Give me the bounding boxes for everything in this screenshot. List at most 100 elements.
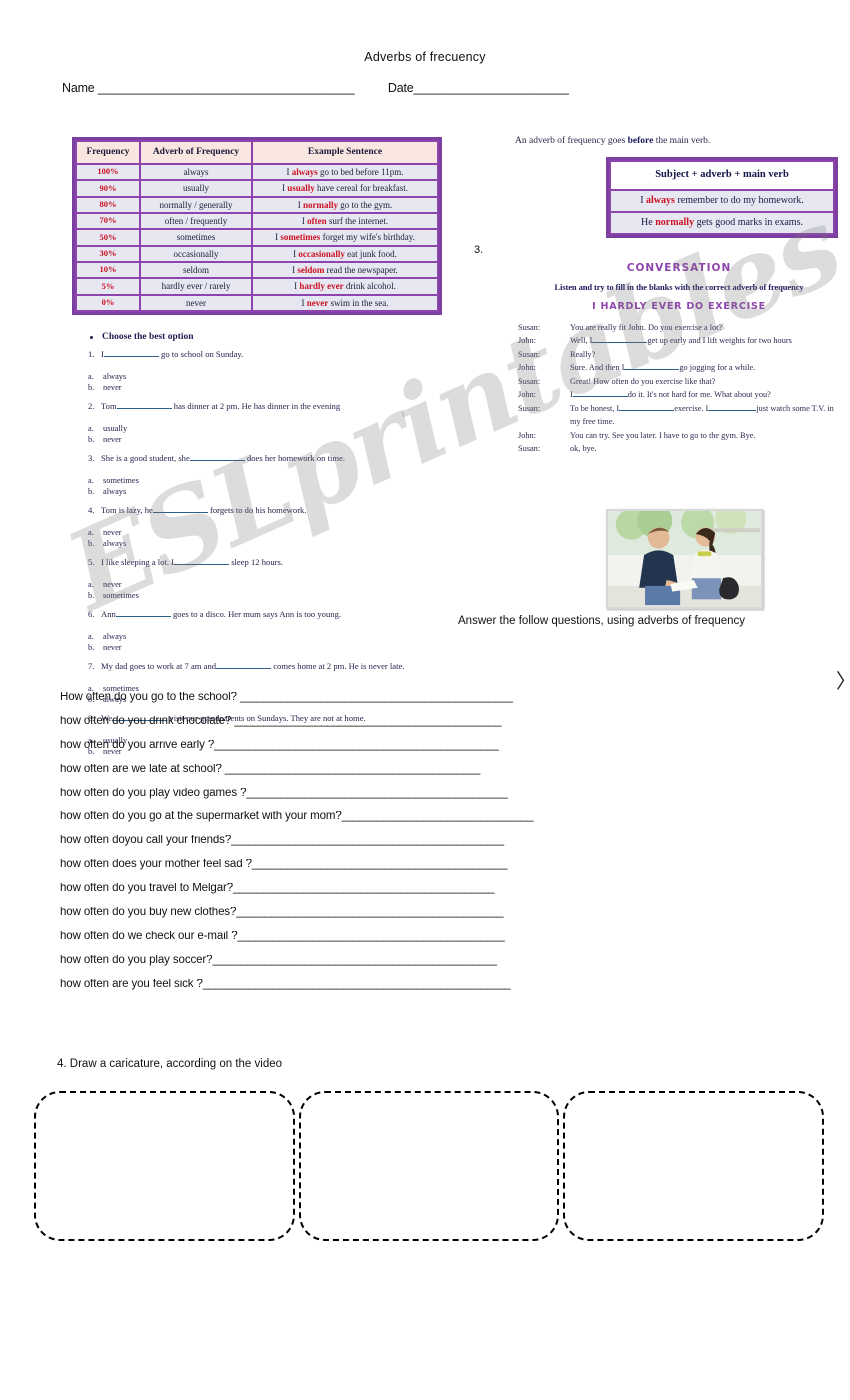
- example-suffix: drink alcohol.: [343, 281, 396, 292]
- conversation-speaker: John:: [518, 336, 536, 346]
- rule-note-prefix: An adverb of frequency goes: [515, 136, 628, 146]
- question-row: how often are we late at school? _______…: [60, 764, 790, 776]
- answer-blank-line[interactable]: ________________________________________…: [240, 692, 513, 703]
- multiple-choice-option[interactable]: a. usually: [88, 424, 418, 435]
- answer-blank[interactable]: [103, 356, 159, 357]
- cell-example-sentence: I normally go to the gym.: [253, 197, 437, 212]
- option-label: never: [103, 435, 122, 445]
- option-label: never: [103, 528, 122, 538]
- conversation-blank[interactable]: [708, 409, 757, 411]
- answer-blank[interactable]: [216, 668, 272, 670]
- multiple-choice-options: a. usually b. never: [88, 424, 418, 446]
- option-label: always: [103, 539, 127, 549]
- answer-blank-line[interactable]: ________________________________________…: [231, 835, 504, 846]
- question-number: 1.: [88, 349, 95, 359]
- option-letter: a.: [88, 528, 94, 538]
- multiple-choice-options: a. never b. always: [88, 528, 418, 550]
- answer-blank[interactable]: [116, 408, 172, 410]
- answer-blank-line[interactable]: ________________________________________…: [212, 955, 497, 966]
- question-text: how often does your mother feel sad ?: [60, 859, 252, 871]
- conversation-line: Susan: Really?: [518, 348, 840, 361]
- multiple-choice-option[interactable]: b. sometimes: [88, 591, 418, 602]
- cell-example-sentence: I seldom read the newspaper.: [253, 262, 437, 278]
- cell-example-sentence: I never swim in the sea.: [253, 295, 437, 311]
- multiple-choice-option[interactable]: a. always: [88, 632, 418, 643]
- cell-frequency: 80%: [77, 197, 139, 212]
- multiple-choice-item: 3. She is a good student, she does her ho…: [88, 453, 418, 498]
- multiple-choice-option[interactable]: a. sometimes: [88, 476, 418, 487]
- question-text: how often do you arrive early ?: [60, 739, 215, 751]
- multiple-choice-option[interactable]: b. always: [88, 487, 418, 498]
- table-row: 30% occasionally I occasionally eat junk f…: [77, 246, 437, 261]
- conversation-text: You can try. See you later. I have to go…: [570, 429, 840, 442]
- option-letter: b.: [88, 487, 95, 497]
- answer-blank-line[interactable]: ________________________________________…: [236, 907, 503, 918]
- answer-blank[interactable]: [174, 564, 230, 566]
- answer-blank-line[interactable]: ________________________________________…: [214, 740, 499, 751]
- conversation-line: Susan: Great! How often do you exercise l…: [518, 375, 840, 388]
- example-suffix: forget my wife's birthday.: [320, 232, 415, 243]
- question-row: how often do you play video games ?_____…: [60, 788, 790, 800]
- answer-blank-line[interactable]: ________________________________________…: [246, 788, 507, 799]
- multiple-choice-option[interactable]: b. never: [88, 383, 418, 394]
- example-suffix: go to the gym.: [338, 199, 393, 210]
- multiple-choice-option[interactable]: b. never: [88, 435, 418, 446]
- answer-blank-line[interactable]: ________________________________________…: [225, 764, 481, 775]
- conversation-text-before: To be honest, I: [570, 403, 620, 413]
- option-label: never: [103, 383, 122, 393]
- answer-blank[interactable]: [152, 512, 208, 514]
- option-letter: a.: [88, 424, 94, 434]
- cell-adverb: sometimes: [141, 230, 251, 245]
- page-title: Adverbs of frecuency: [364, 50, 486, 64]
- conversation-blank[interactable]: [619, 409, 675, 411]
- answer-blank-line[interactable]: ________________________________________…: [203, 979, 511, 990]
- option-letter: b.: [88, 643, 95, 653]
- conversation-blank[interactable]: [624, 369, 680, 371]
- conversation-text: Great! How often do you exercise like th…: [570, 375, 840, 388]
- question-text-after: goes to a disco. Her mum says Ann is too…: [172, 609, 342, 620]
- answer-blank-line[interactable]: ________________________________________…: [234, 716, 501, 727]
- conversation-blank[interactable]: [592, 342, 648, 344]
- rule-example-1: I always remember to do my homework.: [611, 190, 833, 211]
- cell-frequency: 30%: [77, 246, 139, 261]
- rule-example-2: He normally gets good marks in exams.: [611, 212, 833, 233]
- answer-blank[interactable]: [189, 460, 245, 462]
- draw-box-3[interactable]: [563, 1091, 825, 1241]
- answer-blank-line[interactable]: ________________________________________…: [238, 931, 505, 942]
- answer-blank-line[interactable]: ________________________________________…: [233, 883, 494, 894]
- column-header-example: Example Sentence: [253, 142, 437, 163]
- conversation-speaker: John:: [518, 430, 536, 440]
- question-text: how often do you buy new clothes?: [60, 907, 237, 919]
- conversation-speaker: John:: [518, 363, 536, 373]
- multiple-choice-option[interactable]: a. never: [88, 528, 418, 539]
- question-text-before: I: [101, 349, 104, 359]
- draw-box-2[interactable]: [298, 1091, 560, 1241]
- option-label: usually: [103, 424, 128, 434]
- multiple-choice-option[interactable]: a. never: [88, 580, 418, 591]
- question-text-before: I like sleeping a lot. I: [101, 557, 175, 568]
- conversation-speaker: Susan:: [518, 403, 541, 413]
- option-letter: a.: [88, 632, 94, 642]
- answer-blank-line[interactable]: ________________________________________…: [252, 859, 508, 870]
- answer-blank-line[interactable]: _________________________________: [342, 811, 534, 822]
- cell-example-sentence: I usually have cereal for breakfast.: [253, 181, 437, 196]
- multiple-choice-option[interactable]: a. always: [88, 372, 418, 383]
- conversation-blank[interactable]: [572, 396, 628, 398]
- draw-section-label: 4. Draw a caricature, according on the v…: [57, 1058, 283, 1070]
- multiple-choice-option[interactable]: b. always: [88, 539, 418, 550]
- draw-box-1[interactable]: [34, 1091, 295, 1241]
- conversation-speaker: Susan:: [518, 349, 541, 359]
- table-header-row: Frequency Adverb of Frequency Example Se…: [77, 142, 437, 163]
- question-row: how often do you arrive early ?_________…: [60, 740, 790, 752]
- conversation-instruction: Listen and try to fill in the blanks wit…: [554, 282, 804, 292]
- question-text-after: go to school on Sunday.: [161, 349, 244, 359]
- multiple-choice-option[interactable]: b. never: [88, 643, 418, 654]
- answer-blank[interactable]: [115, 616, 171, 618]
- conversation-text-after: exercise. I: [674, 403, 709, 413]
- column-header-adverb: Adverb of Frequency: [141, 142, 251, 163]
- question-text: how often do you drink chocolate?: [60, 715, 235, 727]
- answer-instruction: Answer the follow questions, using adver…: [458, 615, 746, 627]
- rule-example-adverb: normally: [655, 216, 695, 228]
- rule-note: An adverb of frequency goes before the m…: [515, 136, 835, 146]
- conversation-line: Susan: To be honest, Iexercise. Ijust wat…: [518, 402, 840, 429]
